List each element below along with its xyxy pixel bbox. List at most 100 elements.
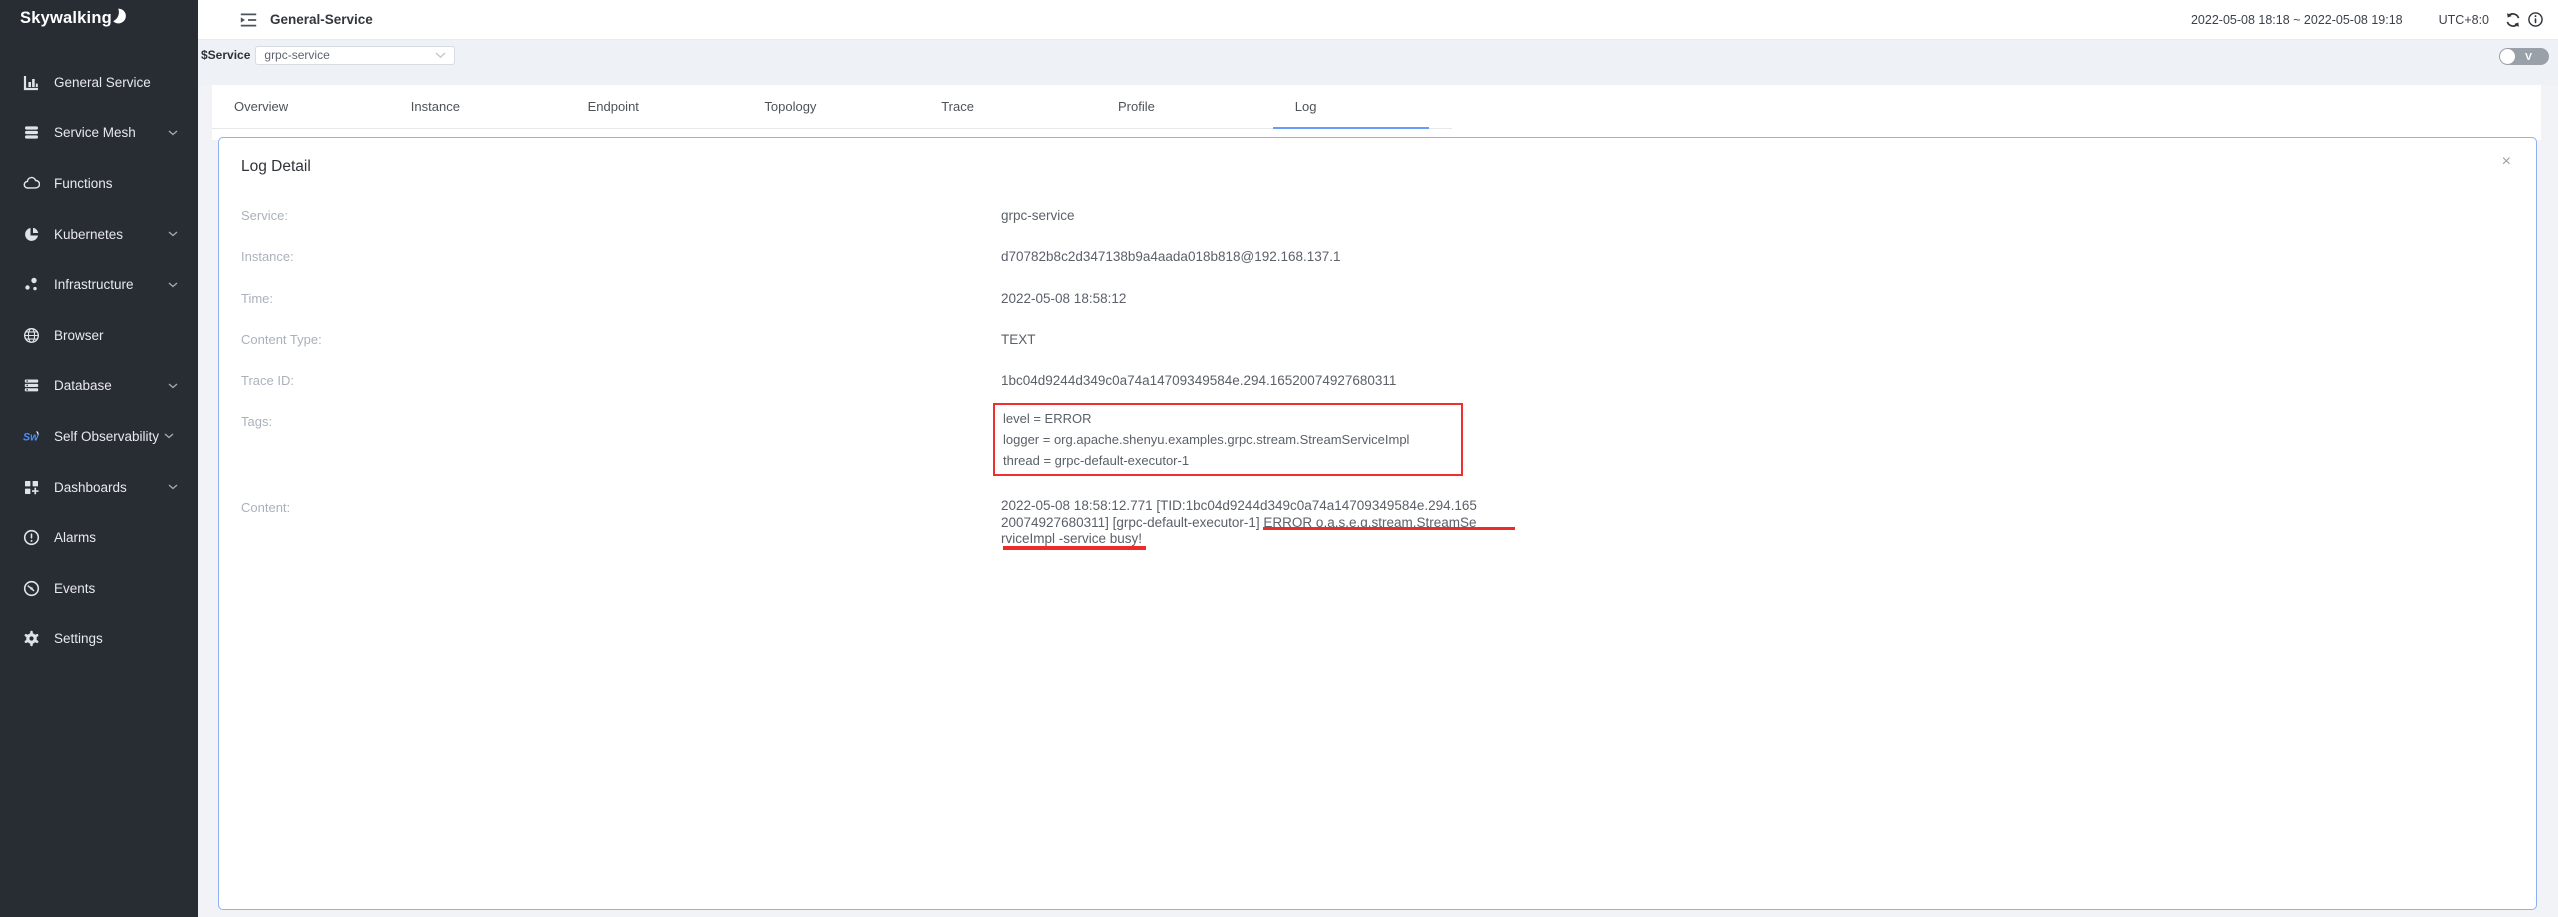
tab-topology[interactable]: Topology bbox=[742, 85, 919, 128]
dots-icon bbox=[23, 276, 40, 293]
tab-overview[interactable]: Overview bbox=[212, 85, 389, 128]
chevron-down-icon bbox=[168, 383, 178, 389]
pie-chart-icon bbox=[23, 226, 40, 243]
field-value-time: 2022-05-08 18:58:12 bbox=[1001, 287, 1126, 306]
field-label: Instance: bbox=[241, 245, 1001, 264]
sidebar-item-label: Settings bbox=[54, 631, 103, 646]
sidebar-item-service-mesh[interactable]: Service Mesh bbox=[0, 108, 198, 159]
field-value-content: 2022-05-08 18:58:12.771 [TID:1bc04d9244d… bbox=[1001, 498, 1561, 548]
sidebar-item-self-observability[interactable]: Sw Self Observability bbox=[0, 411, 198, 462]
sidebar-item-label: Browser bbox=[54, 328, 104, 343]
chevron-down-icon bbox=[168, 484, 178, 490]
tab-trace[interactable]: Trace bbox=[919, 85, 1096, 128]
log-detail-panel: Log Detail × Service: grpc-service Insta… bbox=[218, 137, 2537, 910]
app-logo-text: Skywalking bbox=[20, 9, 112, 28]
chevron-down-icon bbox=[164, 433, 174, 439]
field-value-instance: d70782b8c2d347138b9a4aada018b818@192.168… bbox=[1001, 245, 1341, 264]
sidebar-item-label: Database bbox=[54, 378, 112, 393]
red-underline-annotation bbox=[1003, 546, 1146, 550]
cloud-icon bbox=[23, 175, 40, 192]
tab-profile[interactable]: Profile bbox=[1096, 85, 1273, 128]
sidebar-item-infrastructure[interactable]: Infrastructure bbox=[0, 259, 198, 310]
sidebar-item-general-service[interactable]: General Service bbox=[0, 57, 198, 108]
field-label: Content Type: bbox=[241, 328, 1001, 347]
tab-bar: OverviewInstanceEndpointTopologyTracePro… bbox=[212, 85, 1452, 129]
sidebar-item-database[interactable]: Database bbox=[0, 361, 198, 412]
sidebar-nav: General Service Service Mesh Functions Kube… bbox=[0, 57, 198, 664]
tabs-block: OverviewInstanceEndpointTopologyTracePro… bbox=[212, 85, 2541, 140]
gear-icon bbox=[23, 630, 40, 647]
server-icon bbox=[23, 377, 40, 394]
tags-annotation-box: level = ERROR logger = org.apache.shenyu… bbox=[993, 403, 1463, 476]
field-label: Time: bbox=[241, 287, 1001, 306]
field-value-trace-id: 1bc04d9244d349c0a74a14709349584e.294.165… bbox=[1001, 369, 1396, 388]
content-line: 2022-05-08 18:58:12.771 [TID:1bc04d9244d… bbox=[1001, 498, 1561, 515]
sidebar: Skywalking General Service Service Mesh Fu… bbox=[0, 0, 198, 917]
field-row-instance: Instance: d70782b8c2d347138b9a4aada018b8… bbox=[219, 245, 2536, 286]
sidebar-item-label: Kubernetes bbox=[54, 227, 123, 242]
sidebar-item-functions[interactable]: Functions bbox=[0, 158, 198, 209]
service-select[interactable]: grpc-service bbox=[255, 46, 455, 65]
close-icon[interactable]: × bbox=[2502, 154, 2511, 170]
tag-line: level = ERROR bbox=[1003, 408, 1453, 429]
grid-icon bbox=[23, 479, 40, 496]
menu-fold-icon[interactable] bbox=[240, 13, 257, 27]
layers-icon bbox=[23, 124, 40, 141]
clock-icon bbox=[23, 580, 40, 597]
field-label: Content: bbox=[241, 496, 1001, 515]
sidebar-item-label: Self Observability bbox=[54, 429, 159, 444]
field-row-tags: Tags: level = ERROR logger = org.apache.… bbox=[219, 410, 2536, 496]
alert-icon bbox=[23, 529, 40, 546]
field-row-content: Content: 2022-05-08 18:58:12.771 [TID:1b… bbox=[219, 496, 2536, 548]
sidebar-item-dashboards[interactable]: Dashboards bbox=[0, 462, 198, 513]
time-range-picker[interactable]: 2022-05-08 18:18 ~ 2022-05-08 19:18 bbox=[2191, 13, 2403, 27]
field-label: Service: bbox=[241, 204, 1001, 223]
sidebar-item-label: Service Mesh bbox=[54, 125, 136, 140]
tab-log[interactable]: Log bbox=[1273, 85, 1450, 128]
toggle-label: V bbox=[2525, 51, 2532, 63]
toggle-knob bbox=[2500, 49, 2515, 64]
sidebar-item-label: Alarms bbox=[54, 530, 96, 545]
logo-crescent-icon bbox=[113, 8, 126, 29]
log-detail-fields: Service: grpc-service Instance: d70782b8… bbox=[219, 204, 2536, 548]
field-label: Tags: bbox=[241, 410, 1001, 429]
sidebar-item-label: Infrastructure bbox=[54, 277, 134, 292]
sidebar-item-kubernetes[interactable]: Kubernetes bbox=[0, 209, 198, 260]
timezone-label: UTC+8:0 bbox=[2439, 13, 2489, 27]
app-logo[interactable]: Skywalking bbox=[0, 0, 198, 42]
field-row-content-type: Content Type: TEXT bbox=[219, 328, 2536, 369]
skywalking-app: Skywalking General Service Service Mesh Fu… bbox=[0, 0, 2558, 917]
tab-instance[interactable]: Instance bbox=[389, 85, 566, 128]
sidebar-item-label: General Service bbox=[54, 75, 151, 90]
auto-refresh-toggle[interactable]: V bbox=[2499, 48, 2549, 65]
sw-logo-icon: Sw bbox=[23, 428, 40, 445]
log-detail-title: Log Detail bbox=[219, 138, 2536, 176]
chevron-down-icon bbox=[168, 231, 178, 237]
sidebar-item-browser[interactable]: Browser bbox=[0, 310, 198, 361]
svg-text:Sw: Sw bbox=[23, 431, 39, 443]
field-row-time: Time: 2022-05-08 18:58:12 bbox=[219, 287, 2536, 328]
refresh-icon[interactable] bbox=[2505, 12, 2521, 28]
sidebar-item-label: Functions bbox=[54, 176, 113, 191]
sidebar-item-settings[interactable]: Settings bbox=[0, 614, 198, 665]
bar-chart-icon bbox=[23, 74, 40, 91]
globe-icon bbox=[23, 327, 40, 344]
field-label: Trace ID: bbox=[241, 369, 1001, 388]
service-select-value: grpc-service bbox=[264, 47, 435, 64]
tab-endpoint[interactable]: Endpoint bbox=[566, 85, 743, 128]
chevron-down-icon bbox=[168, 282, 178, 288]
tag-line: thread = grpc-default-executor-1 bbox=[1003, 450, 1453, 471]
field-row-service: Service: grpc-service bbox=[219, 204, 2536, 245]
field-value-service: grpc-service bbox=[1001, 204, 1075, 223]
service-variable-label: $Service bbox=[201, 46, 250, 65]
info-icon[interactable] bbox=[2528, 12, 2543, 27]
sidebar-item-alarms[interactable]: Alarms bbox=[0, 512, 198, 563]
sidebar-item-label: Events bbox=[54, 581, 95, 596]
toolbar: $Service grpc-service V bbox=[198, 40, 2558, 85]
field-value-content-type: TEXT bbox=[1001, 328, 1036, 347]
sidebar-item-events[interactable]: Events bbox=[0, 563, 198, 614]
chevron-down-icon bbox=[168, 130, 178, 136]
sidebar-item-label: Dashboards bbox=[54, 480, 127, 495]
tag-line: logger = org.apache.shenyu.examples.grpc… bbox=[1003, 429, 1453, 450]
chevron-down-icon bbox=[435, 52, 446, 59]
